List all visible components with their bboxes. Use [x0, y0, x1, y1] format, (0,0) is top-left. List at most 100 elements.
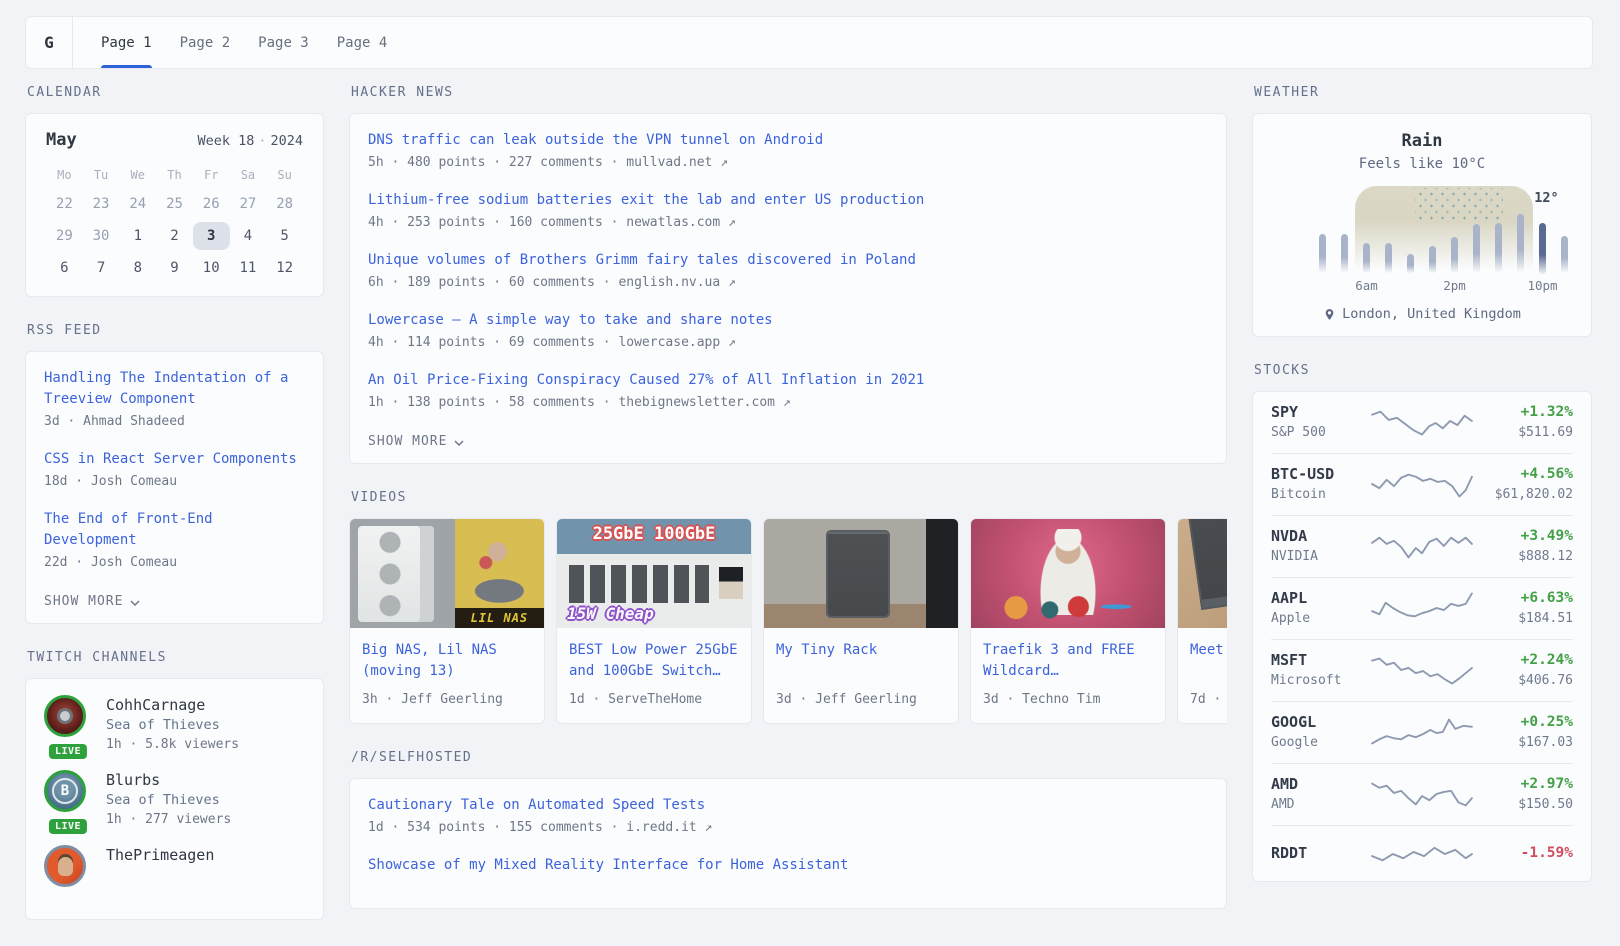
thumbnail-dim-overlay — [557, 519, 751, 628]
chevron-down-icon — [454, 440, 464, 446]
channel-game: Sea of Thieves — [106, 791, 231, 810]
calendar-week-label: Week 18 — [197, 133, 254, 149]
twitch-channel-row[interactable]: LIVE CohhCarnage Sea of Thieves 1h · 5.8… — [44, 695, 305, 754]
rss-list: Handling The Indentation of a Treeview C… — [44, 368, 305, 572]
feed-item-link[interactable]: Handling The Indentation of a Treeview C… — [44, 368, 305, 410]
stock-sparkline — [1367, 653, 1477, 687]
feed-item-link[interactable]: Cautionary Tale on Automated Speed Tests — [368, 795, 1208, 816]
calendar-day: 9 — [156, 254, 193, 282]
stock-company-name: Apple — [1271, 609, 1367, 628]
stock-identity: AAPL Apple — [1271, 588, 1367, 628]
hn-show-more-button[interactable]: SHOW MORE — [368, 434, 464, 449]
video-card[interactable]: 25GbE 100GbE 15W Cheap BEST Low Power 25… — [556, 518, 752, 724]
calendar-day: 1 — [119, 222, 156, 250]
avatar-letter: B — [61, 783, 69, 799]
feed-item-link[interactable]: Unique volumes of Brothers Grimm fairy t… — [368, 250, 1208, 271]
feed-item-link[interactable]: Showcase of my Mixed Reality Interface f… — [368, 855, 1208, 876]
video-card[interactable]: LIL NAS Big NAS, Lil NAS (moving 13) 3h … — [349, 518, 545, 724]
video-title-link[interactable]: Meet the Linux Clu — [1190, 640, 1227, 682]
location-pin-icon — [1323, 308, 1336, 321]
stock-symbol: AMD — [1271, 774, 1367, 795]
calendar-day: 8 — [119, 254, 156, 282]
video-title-link[interactable]: BEST Low Power 25GbE and 100GbE Switch… — [569, 640, 739, 682]
calendar-day: 7 — [83, 254, 120, 282]
video-thumbnail[interactable] — [764, 519, 958, 628]
weather-condition: Rain — [1269, 130, 1575, 152]
feed-item-link[interactable]: Lowercase – A simple way to take and sha… — [368, 310, 1208, 331]
app-logo[interactable]: G — [26, 17, 73, 68]
twitch-channel-row[interactable]: ThePrimeagen — [44, 845, 305, 887]
tab-page-4[interactable]: Page 4 — [337, 17, 388, 68]
video-thumbnail[interactable] — [971, 519, 1165, 628]
video-card[interactable]: Traefik 3 and FREE Wildcard… 3d · Techno… — [970, 518, 1166, 724]
feed-item-link[interactable]: Lithium-free sodium batteries exit the l… — [368, 190, 1208, 211]
weather-bar — [1561, 236, 1568, 274]
tab-page-3[interactable]: Page 3 — [258, 17, 309, 68]
avatar-wrap — [44, 845, 92, 887]
top-navigation: G Page 1 Page 2 Page 3 Page 4 — [25, 16, 1593, 69]
stocks-list: SPY S&P 500 +1.32% $511.69 BTC-USD Bitco… — [1271, 392, 1573, 881]
tab-page-1[interactable]: Page 1 — [101, 17, 152, 68]
rain-dots-pattern — [1415, 188, 1503, 222]
stock-sparkline — [1367, 715, 1477, 749]
show-more-label: SHOW MORE — [368, 434, 447, 449]
feed-item-meta: 22d · Josh Comeau — [44, 553, 305, 572]
page-tabs: Page 1 Page 2 Page 3 Page 4 — [73, 17, 415, 68]
stock-change: -1.59% — [1477, 843, 1573, 864]
stock-identity: BTC-USD Bitcoin — [1271, 464, 1367, 504]
stock-change: +2.24% — [1477, 650, 1573, 671]
video-card[interactable]: My Tiny Rack 3d · Jeff Geerling — [763, 518, 959, 724]
video-thumbnail[interactable]: FA — [1178, 519, 1227, 628]
reddit-list: Cautionary Tale on Automated Speed Tests… — [368, 795, 1208, 876]
video-title-link[interactable]: My Tiny Rack — [776, 640, 946, 682]
stock-symbol: GOOGL — [1271, 712, 1367, 733]
weather-bar — [1495, 223, 1502, 274]
calendar-day: 30 — [83, 222, 120, 250]
channel-name-link[interactable]: CohhCarnage — [106, 695, 239, 716]
weather-bar — [1341, 234, 1348, 274]
stock-sparkline — [1367, 777, 1477, 811]
video-thumbnail[interactable]: LIL NAS — [350, 519, 544, 628]
column-right: WEATHER Rain Feels like 10°C 6am2pm10pm1… — [1252, 85, 1592, 908]
videos-section: VIDEOS LIL NAS Big NAS, Lil NAS (moving … — [349, 490, 1227, 724]
rss-section-title: RSS FEED — [27, 323, 324, 338]
stock-row: GOOGL Google +0.25% $167.03 — [1271, 701, 1573, 763]
stock-values: +4.56% $61,820.02 — [1477, 464, 1573, 504]
feed-item-link[interactable]: The End of Front-End Development — [44, 509, 305, 551]
weather-section-title: WEATHER — [1254, 85, 1592, 100]
stock-change: +2.97% — [1477, 774, 1573, 795]
video-title-link[interactable]: Traefik 3 and FREE Wildcard… — [983, 640, 1153, 682]
calendar-day: 10 — [193, 254, 230, 282]
rss-show-more-button[interactable]: SHOW MORE — [44, 594, 140, 609]
twitch-channel-row[interactable]: B LIVE Blurbs Sea of Thieves 1h · 277 vi… — [44, 770, 305, 829]
feed-item-link[interactable]: An Oil Price-Fixing Conspiracy Caused 27… — [368, 370, 1208, 391]
thumbnail-overlay-text: LIL NAS — [455, 608, 544, 628]
video-title-link[interactable]: Big NAS, Lil NAS (moving 13) — [362, 640, 532, 682]
calendar-weekday: Sa — [230, 162, 267, 190]
feed-item-link[interactable]: CSS in React Server Components — [44, 449, 305, 470]
calendar-weekday: Th — [156, 162, 193, 190]
feed-item: Unique volumes of Brothers Grimm fairy t… — [368, 250, 1208, 292]
video-meta: 3d · Jeff Geerling — [776, 690, 946, 709]
calendar-widget: May Week 18·2024 MoTuWeThFrSaSu 22232425… — [25, 113, 324, 297]
weather-bar — [1319, 234, 1326, 274]
feed-item: Cautionary Tale on Automated Speed Tests… — [368, 795, 1208, 837]
channel-avatar — [44, 695, 86, 737]
calendar-day: 29 — [46, 222, 83, 250]
channel-avatar: B — [44, 770, 86, 812]
column-middle: HACKER NEWS DNS traffic can leak outside… — [349, 85, 1227, 935]
live-badge: LIVE — [49, 744, 87, 759]
calendar-section-title: CALENDAR — [27, 85, 324, 100]
channel-name-link[interactable]: Blurbs — [106, 770, 231, 791]
weather-widget: Rain Feels like 10°C 6am2pm10pm12° Londo… — [1252, 113, 1592, 337]
stock-row: RDDT -1.59% — [1271, 825, 1573, 881]
stock-change: +1.32% — [1477, 402, 1573, 423]
tab-page-2[interactable]: Page 2 — [180, 17, 231, 68]
channel-name-link[interactable]: ThePrimeagen — [106, 845, 214, 866]
feed-item-link[interactable]: DNS traffic can leak outside the VPN tun… — [368, 130, 1208, 151]
video-thumbnail[interactable]: 25GbE 100GbE 15W Cheap — [557, 519, 751, 628]
videos-carousel[interactable]: LIL NAS Big NAS, Lil NAS (moving 13) 3h … — [349, 518, 1227, 724]
video-card[interactable]: FA Meet the Linux Clu 7d · Jeff Geerling — [1177, 518, 1227, 724]
weather-bar-current — [1539, 223, 1546, 274]
stock-symbol: NVDA — [1271, 526, 1367, 547]
